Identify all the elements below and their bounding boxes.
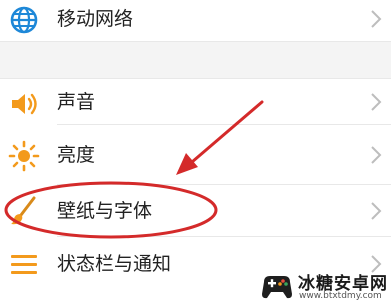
section-gap <box>0 42 391 78</box>
gamepad-logo-icon <box>262 276 292 299</box>
settings-item-sound[interactable]: 声音 <box>0 79 391 124</box>
settings-item-label: 状态栏与通知 <box>57 253 172 275</box>
speaker-icon <box>12 93 37 115</box>
sun-icon <box>8 140 40 172</box>
chevron-right-icon <box>371 146 382 164</box>
paintbrush-icon <box>11 196 36 225</box>
list-lines-icon <box>11 255 37 274</box>
globe-icon <box>10 6 38 34</box>
chevron-right-icon <box>371 10 382 28</box>
watermark: 冰糖安卓网 www.btxtdmy.com <box>258 266 388 306</box>
settings-item-label: 亮度 <box>57 144 96 166</box>
settings-item-label: 声音 <box>57 91 96 113</box>
watermark-url: www.btxtdmy.com <box>299 291 382 301</box>
chevron-right-icon <box>371 202 382 220</box>
settings-item-label: 移动网络 <box>57 8 134 30</box>
settings-item-brightness[interactable]: 亮度 <box>0 125 391 184</box>
settings-item-wallpaper-font[interactable]: 壁纸与字体 <box>0 185 391 236</box>
chevron-right-icon <box>371 93 382 111</box>
settings-item-label: 壁纸与字体 <box>57 200 153 222</box>
settings-item-mobile-network[interactable]: 移动网络 <box>0 0 391 41</box>
